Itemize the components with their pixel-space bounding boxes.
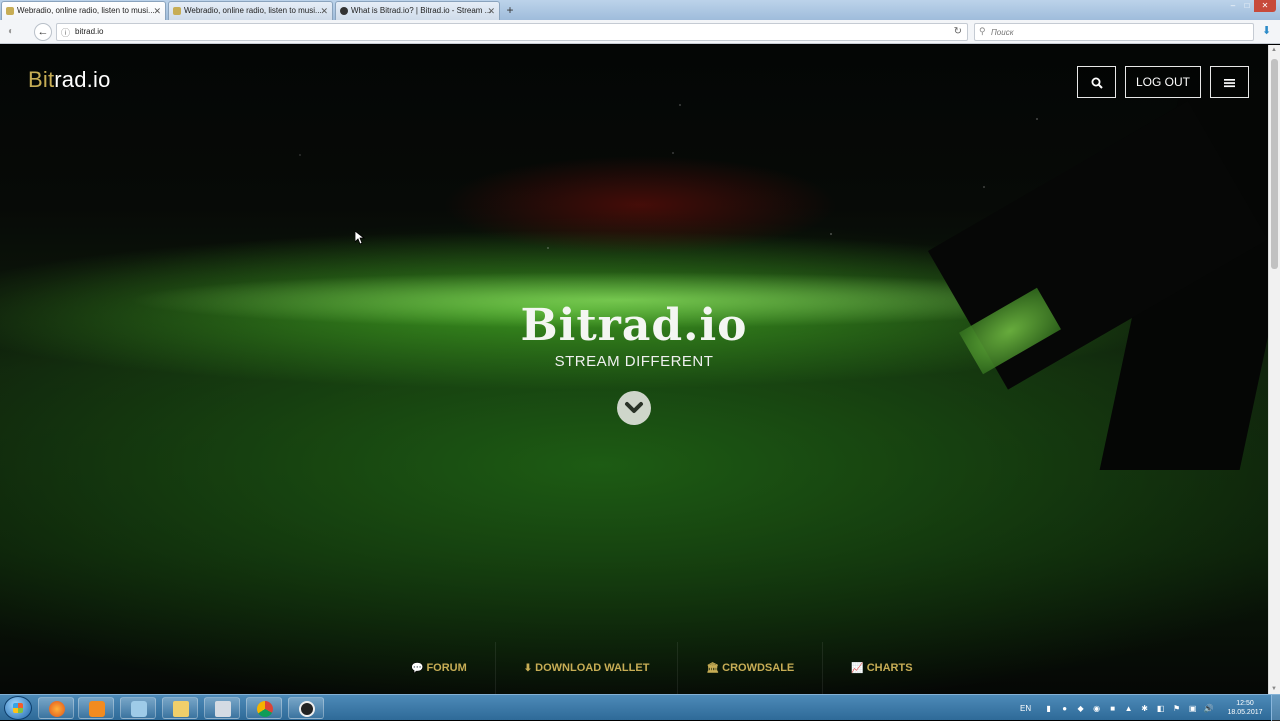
browser-tab-strip: Webradio, online radio, listen to musi..… xyxy=(0,0,1280,20)
taskbar-app-blue[interactable] xyxy=(120,697,156,719)
scroll-down-button[interactable] xyxy=(617,391,651,425)
language-indicator[interactable]: EN xyxy=(1020,704,1031,713)
scroll-up-icon[interactable]: ▲ xyxy=(1271,47,1277,53)
app-icon xyxy=(215,701,231,717)
hamburger-icon xyxy=(1224,78,1235,87)
history-buttons: ◐ ← xyxy=(4,23,52,41)
reload-icon[interactable]: ↻ xyxy=(954,26,962,37)
nav-item-forum[interactable]: 💬 FORUM xyxy=(383,642,496,694)
app-icon xyxy=(131,701,147,717)
hero-section: Bitrad.io STREAM DIFFERENT xyxy=(440,300,828,370)
comments-icon: 💬 xyxy=(411,663,424,674)
hero-subtitle: STREAM DIFFERENT xyxy=(554,353,714,370)
site-info-icon[interactable]: ⓘ xyxy=(61,26,70,39)
nav-label: DOWNLOAD WALLET xyxy=(535,662,650,674)
nav-item-crowdsale[interactable]: 🏛 CROWDSALE xyxy=(678,642,824,694)
browser-tab-2[interactable]: Webradio, online radio, listen to musi..… xyxy=(168,1,333,20)
nav-label: CHARTS xyxy=(866,662,913,674)
logo-text: rad.io xyxy=(54,67,111,92)
tray-icon[interactable]: ✱ xyxy=(1138,702,1151,715)
close-tab-icon[interactable]: ✕ xyxy=(153,2,161,20)
tab-title: What is Bitrad.io? | Bitrad.io - Stream … xyxy=(351,6,491,15)
app-icon xyxy=(89,701,105,717)
bank-icon: 🏛 xyxy=(706,663,720,674)
hero-title: Bitrad.io xyxy=(520,300,748,351)
start-button[interactable] xyxy=(4,696,32,720)
history-icon[interactable]: ◐ xyxy=(4,25,18,39)
folder-icon xyxy=(173,701,189,717)
system-clock[interactable]: 12:50 18.05.2017 xyxy=(1222,699,1268,717)
search-button[interactable] xyxy=(1077,66,1116,98)
address-bar[interactable]: ⓘ bitrad.io ↻ xyxy=(56,23,968,41)
back-button[interactable]: ← xyxy=(34,23,52,41)
browser-tab-3[interactable]: What is Bitrad.io? | Bitrad.io - Stream … xyxy=(335,1,500,20)
obs-icon xyxy=(299,701,315,717)
show-desktop-button[interactable] xyxy=(1271,695,1280,721)
close-tab-icon[interactable]: ✕ xyxy=(487,2,495,20)
new-tab-button[interactable]: + xyxy=(502,2,518,18)
taskbar-explorer[interactable] xyxy=(162,697,198,719)
chrome-icon xyxy=(257,701,273,717)
url-text[interactable]: bitrad.io xyxy=(75,27,103,36)
tray-icon[interactable]: ■ xyxy=(1106,702,1119,715)
browser-search-box[interactable]: ⚲ xyxy=(974,23,1254,41)
site-favicon-icon xyxy=(173,7,181,15)
system-tray: EN ▮ ● ◆ ◉ ■ ▲ ✱ ◧ ⚑ ▣ 🔊 xyxy=(1020,698,1215,718)
browser-tab-1[interactable]: Webradio, online radio, listen to musi..… xyxy=(1,1,166,20)
clock-date: 18.05.2017 xyxy=(1227,709,1263,716)
firefox-icon xyxy=(49,701,65,717)
nav-item-charts[interactable]: 📈 CHARTS xyxy=(823,642,940,694)
tray-icon[interactable]: ● xyxy=(1058,702,1071,715)
site-logo[interactable]: Bitrad.io xyxy=(28,67,111,93)
windows-logo-icon xyxy=(13,703,23,713)
mouse-cursor-icon xyxy=(355,231,365,245)
nav-label: FORUM xyxy=(426,662,467,674)
nav-label: CROWDSALE xyxy=(722,662,795,674)
logout-button[interactable]: LOG OUT xyxy=(1125,66,1201,98)
logo-accent-text: Bit xyxy=(28,67,55,92)
scroll-down-arrow-icon[interactable]: ▼ xyxy=(1271,686,1277,692)
chart-icon: 📈 xyxy=(851,663,864,674)
page-viewport: Bitrad.io LOG OUT Bitrad.io STREAM DIFFE… xyxy=(0,45,1268,694)
browser-navigation-bar: ◐ ← ⓘ bitrad.io ↻ ⚲ ⬇ xyxy=(0,20,1280,44)
taskbar-chrome[interactable] xyxy=(246,697,282,719)
search-icon: ⚲ xyxy=(979,26,986,36)
tray-icon[interactable]: ▣ xyxy=(1186,702,1199,715)
tray-icon[interactable]: ▮ xyxy=(1042,702,1055,715)
downloads-icon[interactable]: ⬇ xyxy=(1262,24,1271,37)
taskbar-app-orange[interactable] xyxy=(78,697,114,719)
tray-icon[interactable]: ▲ xyxy=(1122,702,1135,715)
site-favicon-icon xyxy=(6,7,14,15)
windows-taskbar: EN ▮ ● ◆ ◉ ■ ▲ ✱ ◧ ⚑ ▣ 🔊 12:50 18.05.201… xyxy=(0,694,1280,721)
clock-time: 12:50 xyxy=(1236,700,1254,707)
tray-icon[interactable]: ◆ xyxy=(1074,702,1087,715)
page-scrollbar[interactable]: ▲ ▼ xyxy=(1268,45,1280,694)
tray-icon[interactable]: ◉ xyxy=(1090,702,1103,715)
search-icon xyxy=(1091,77,1103,89)
window-controls: – □ ✕ xyxy=(1226,0,1276,14)
tab-title: Webradio, online radio, listen to musi..… xyxy=(17,6,155,15)
close-tab-icon[interactable]: ✕ xyxy=(320,2,328,20)
maximize-icon[interactable]: □ xyxy=(1240,0,1254,12)
tray-icon[interactable]: ◧ xyxy=(1154,702,1167,715)
nav-item-download-wallet[interactable]: ⬇ DOWNLOAD WALLET xyxy=(496,642,679,694)
tray-icon[interactable]: ⚑ xyxy=(1170,702,1183,715)
download-icon: ⬇ xyxy=(523,663,533,674)
tab-title: Webradio, online radio, listen to musi..… xyxy=(184,6,322,15)
browser-search-input[interactable] xyxy=(991,26,1241,38)
menu-button[interactable] xyxy=(1210,66,1249,98)
taskbar-app-gray[interactable] xyxy=(204,697,240,719)
scrollbar-thumb[interactable] xyxy=(1271,59,1278,269)
minimize-icon[interactable]: – xyxy=(1226,0,1240,12)
github-favicon-icon xyxy=(340,7,348,15)
bottom-navigation: 💬 FORUM ⬇ DOWNLOAD WALLET 🏛 CROWDSALE 📈 CHAR… xyxy=(383,642,941,694)
taskbar-obs[interactable] xyxy=(288,697,324,719)
volume-icon[interactable]: 🔊 xyxy=(1202,702,1215,715)
chevron-down-icon xyxy=(625,402,643,413)
window-close-icon[interactable]: ✕ xyxy=(1254,0,1276,12)
taskbar-firefox[interactable] xyxy=(38,697,74,719)
